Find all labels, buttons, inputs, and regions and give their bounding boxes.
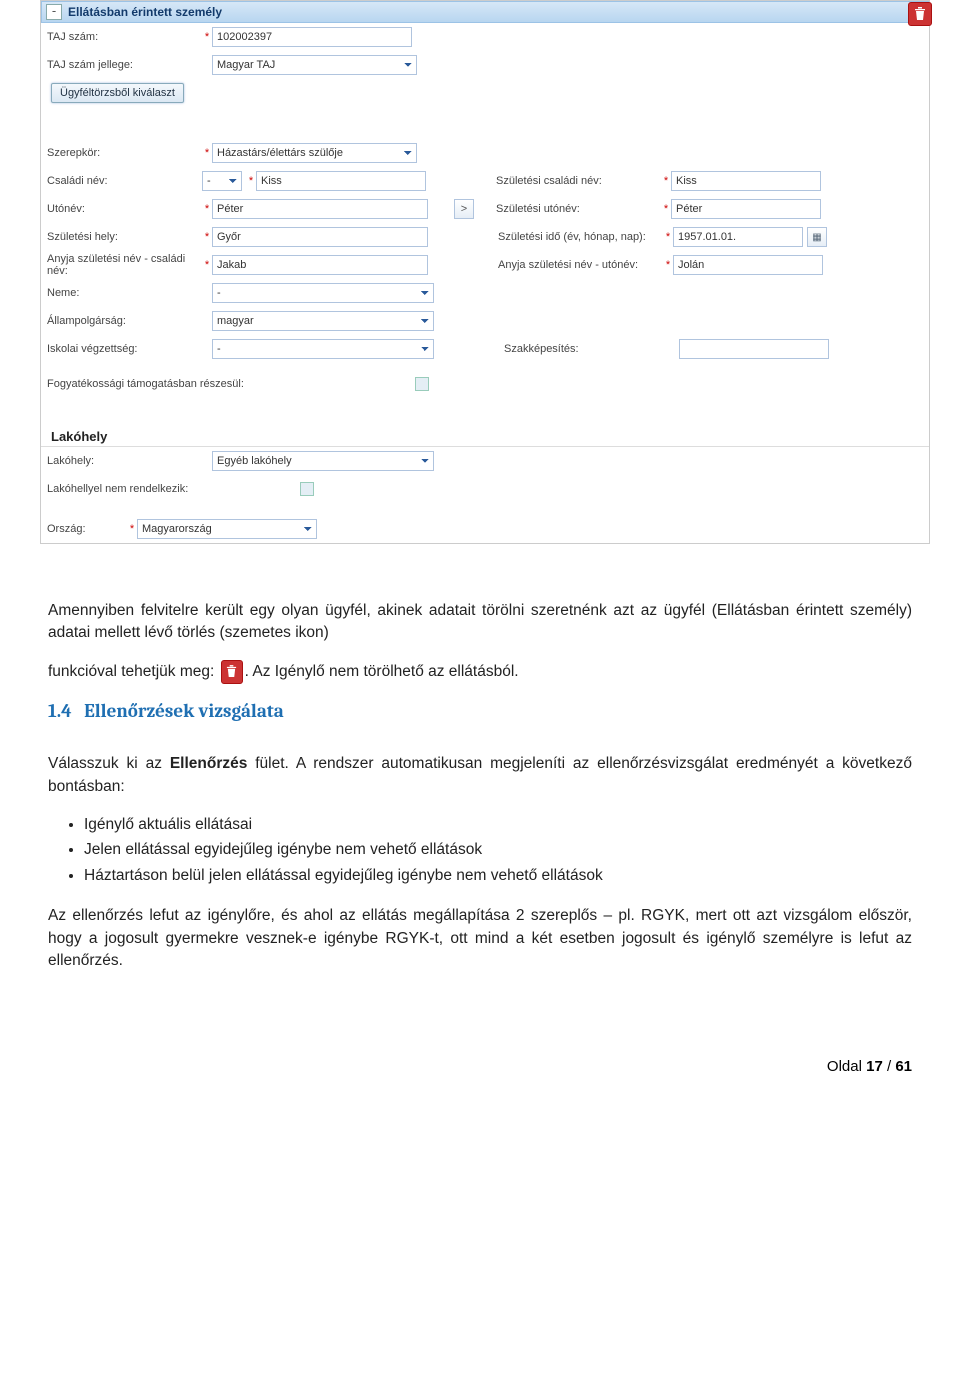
list-item: Háztartáson belül jelen ellátással egyid… [84, 865, 912, 887]
calendar-icon[interactable]: ▦ [807, 227, 827, 247]
paragraph-1b: funkcióval tehetjük meg: . Az Igénylő ne… [48, 660, 912, 684]
bullet-list: Igénylő aktuális ellátásai Jelen ellátás… [84, 814, 912, 887]
document-body: Amennyiben felvitelre került egy olyan ü… [0, 544, 960, 1008]
csaladi-label: Családi név: [47, 175, 202, 187]
choose-from-register-button[interactable]: Ügyféltörzsből kiválaszt [51, 83, 184, 103]
paragraph-3: Az ellenőrzés lefut az igénylőre, és aho… [48, 905, 912, 972]
lakohely-label: Lakóhely: [47, 455, 202, 467]
name-prefix-select[interactable]: - [202, 171, 242, 191]
neme-select[interactable]: - [212, 283, 434, 303]
szul-ido-input[interactable] [673, 227, 803, 247]
taj-input[interactable] [212, 27, 412, 47]
anyja-uto-label: Anyja születési név - utónév: [498, 259, 663, 271]
szerepkor-select[interactable]: Házastárs/élettárs szülője [212, 143, 417, 163]
list-item: Igénylő aktuális ellátásai [84, 814, 912, 836]
collapse-button[interactable]: - [46, 4, 62, 20]
nemrend-checkbox[interactable] [300, 482, 314, 496]
orszag-label: Ország: [47, 523, 127, 535]
taj-jelleg-label: TAJ szám jellege: [47, 59, 202, 71]
iskolai-label: Iskolai végzettség: [47, 343, 202, 355]
utonev-input[interactable] [212, 199, 428, 219]
section-header: - Ellátásban érintett személy [41, 1, 929, 23]
fogyatek-checkbox[interactable] [415, 377, 429, 391]
paragraph-2: Válasszuk ki az Ellenőrzés fület. A rend… [48, 753, 912, 798]
required-star: * [202, 31, 212, 43]
section-title: Ellátásban érintett személy [68, 5, 222, 19]
lakohely-select[interactable]: Egyéb lakóhely [212, 451, 434, 471]
delete-icon[interactable] [908, 2, 932, 26]
taj-jelleg-select[interactable]: Magyar TAJ [212, 55, 417, 75]
allampolg-select[interactable]: magyar [212, 311, 434, 331]
allampolg-label: Állampolgárság: [47, 315, 202, 327]
orszag-select[interactable]: Magyarország [137, 519, 317, 539]
anyja-uto-input[interactable] [673, 255, 823, 275]
page-footer: Oldal 17 / 61 [0, 1008, 960, 1087]
heading-1-4: 1.4 Ellenőrzések vizsgálata [48, 698, 912, 726]
szakkep-input[interactable] [679, 339, 829, 359]
szul-hely-input[interactable] [212, 227, 428, 247]
szul-utonev-input[interactable] [671, 199, 821, 219]
szerepkor-label: Szerepkör: [47, 147, 202, 159]
nemrend-label: Lakóhellyel nem rendelkezik: [47, 483, 202, 495]
form-screenshot: - Ellátásban érintett személy TAJ szám: … [40, 0, 930, 544]
anyja-csal-input[interactable] [212, 255, 428, 275]
list-item: Jelen ellátással egyidejűleg igénybe nem… [84, 839, 912, 861]
szul-csaladi-label: Születési családi név: [496, 175, 661, 187]
szul-hely-label: Születési hely: [47, 231, 202, 243]
szul-utonev-label: Születési utónév: [496, 203, 661, 215]
anyja-csal-label: Anyja születési név - családi név: [47, 253, 202, 277]
neme-label: Neme: [47, 287, 202, 299]
szul-ido-label: Születési idő (év, hónap, nap): [498, 231, 663, 243]
paragraph-1a: Amennyiben felvitelre került egy olyan ü… [48, 600, 912, 645]
szul-csaladi-input[interactable] [671, 171, 821, 191]
csaladi-input[interactable] [256, 171, 426, 191]
copy-right-button[interactable]: > [454, 199, 474, 219]
iskolai-select[interactable]: - [212, 339, 434, 359]
szakkep-label: Szakképesítés: [504, 343, 669, 355]
trash-icon [221, 660, 243, 684]
fogyatek-label: Fogyatékossági támogatásban részesül: [47, 378, 257, 390]
lakohely-header: Lakóhely [41, 423, 929, 446]
taj-label: TAJ szám: [47, 31, 202, 43]
utonev-label: Utónév: [47, 203, 202, 215]
